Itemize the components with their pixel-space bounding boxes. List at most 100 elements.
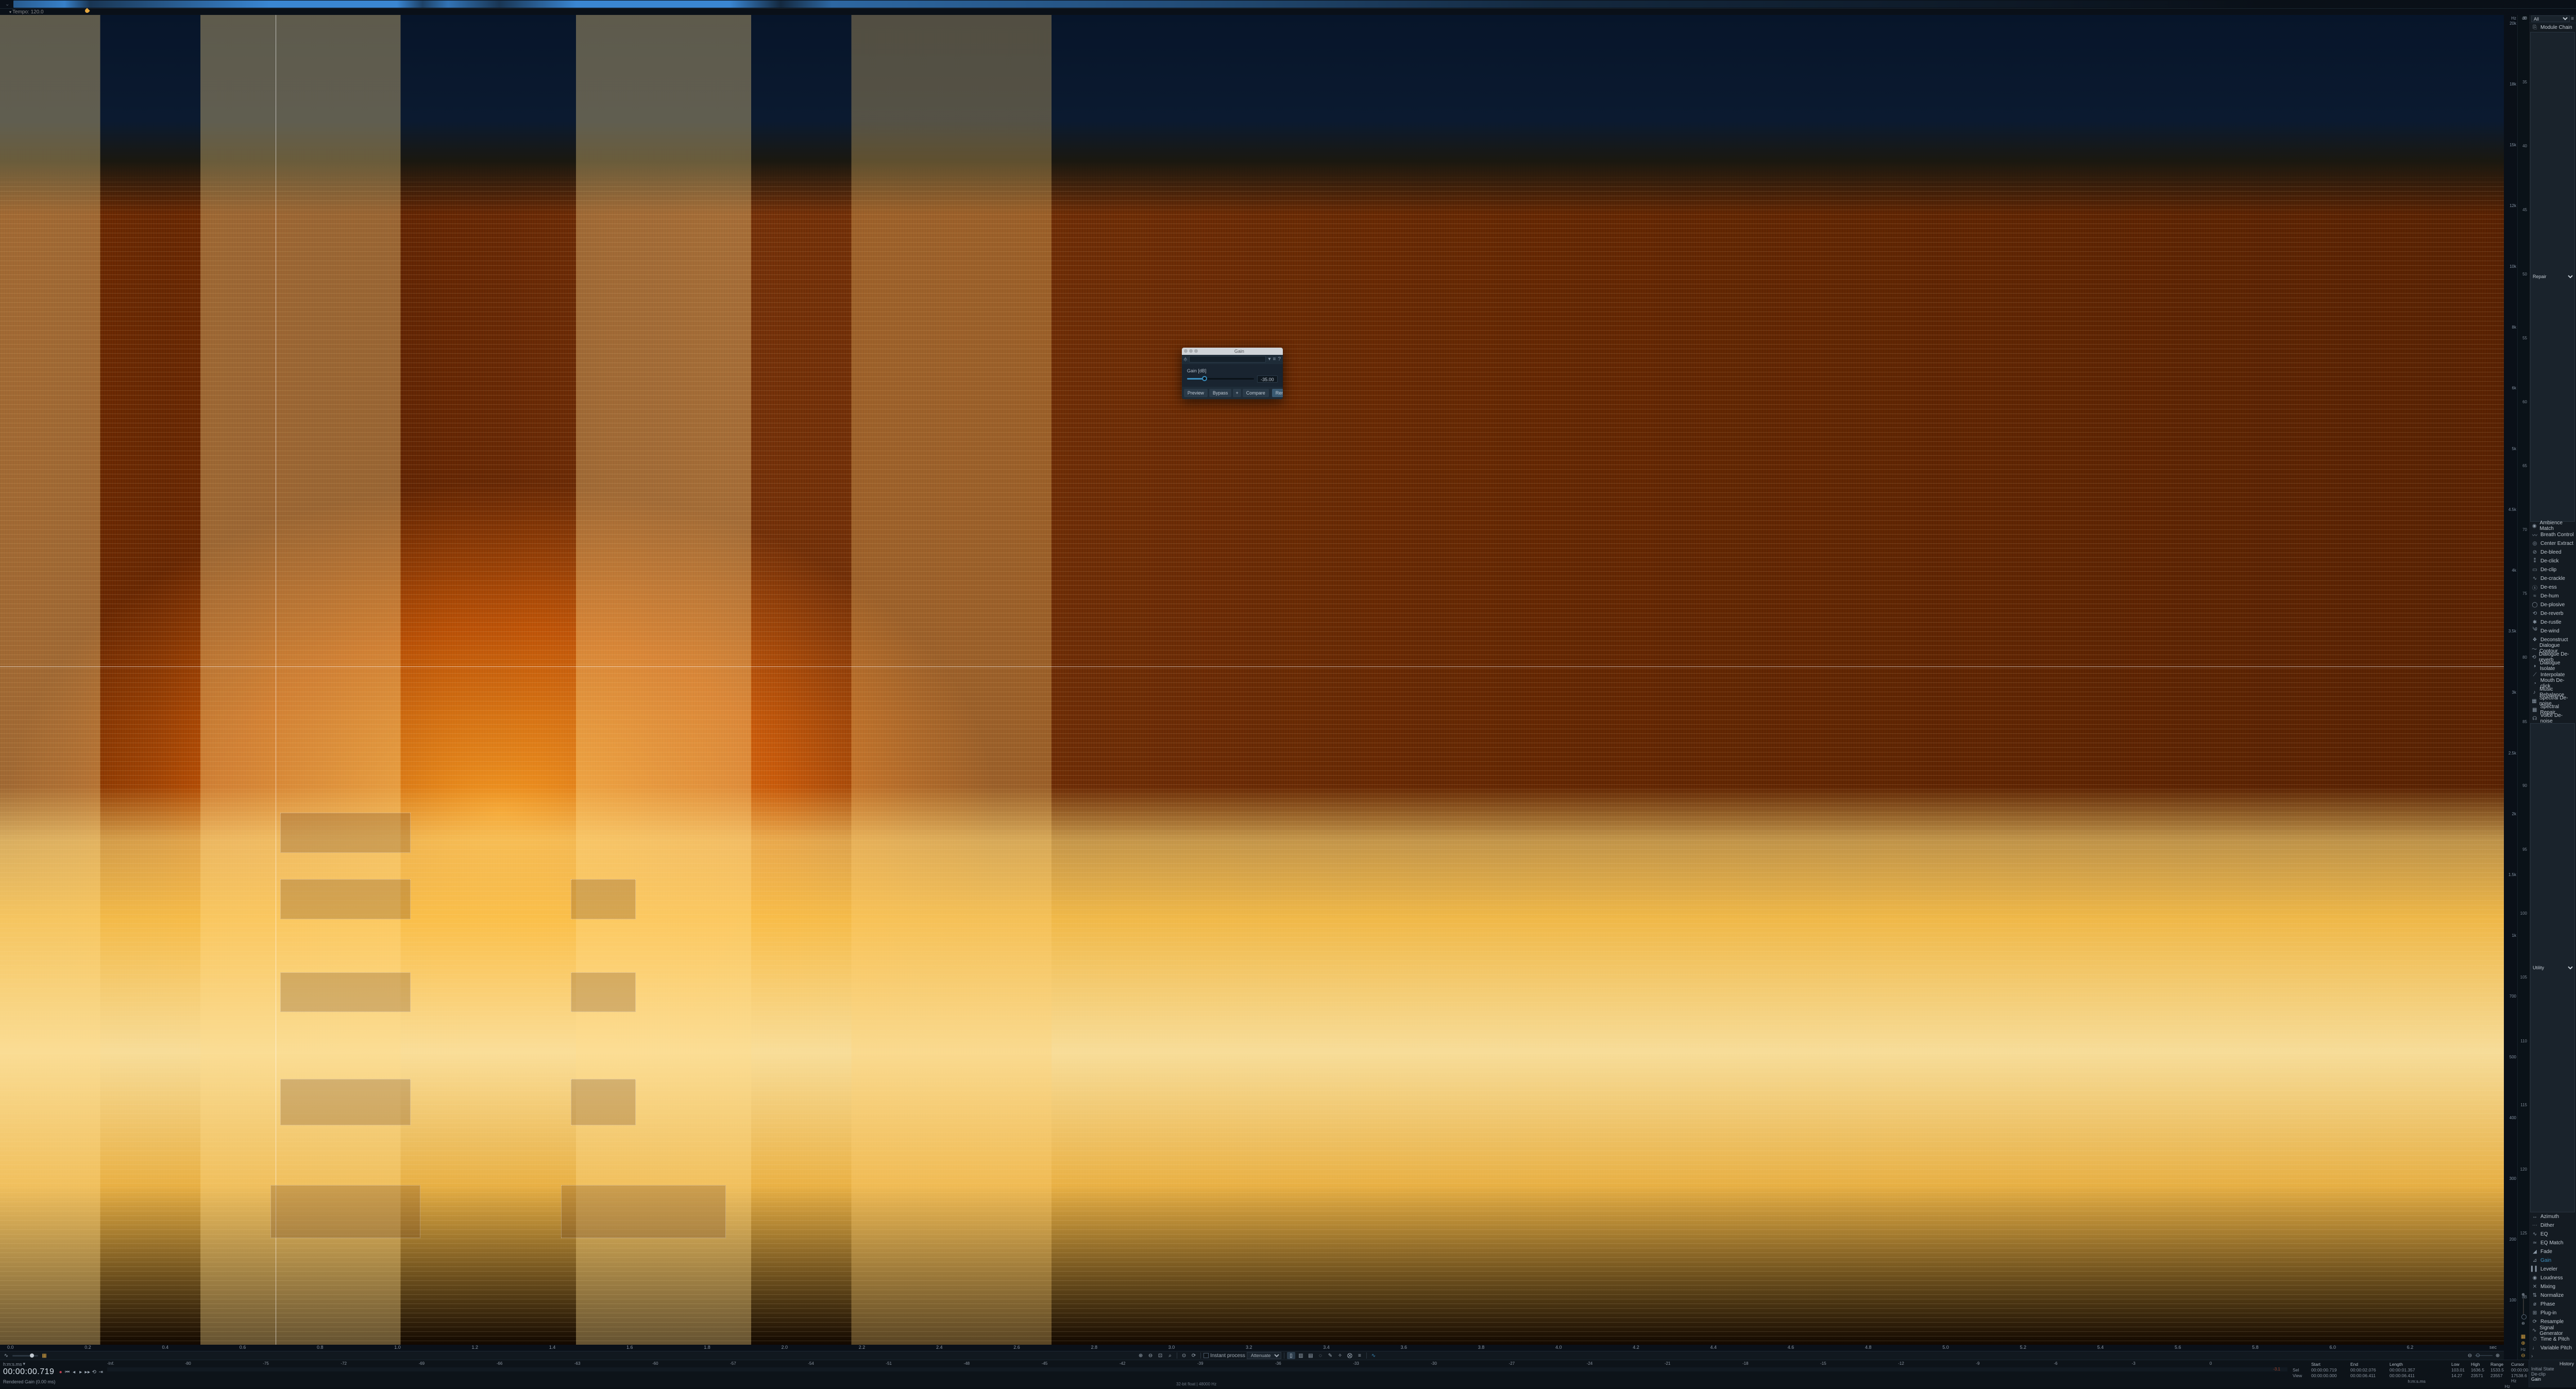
module-plug-in[interactable]: ⊞Plug-in xyxy=(2529,1309,2576,1317)
module-azimuth[interactable]: ↔Azimuth xyxy=(2529,1212,2576,1221)
history-item[interactable]: De-clip xyxy=(2531,1371,2574,1377)
module-de-bleed[interactable]: ⊘De-bleed xyxy=(2529,548,2576,557)
select-freq-tool-icon[interactable]: ▤ xyxy=(1307,1352,1315,1359)
db-zoom-slider[interactable] xyxy=(2523,1299,2524,1318)
zoom-icon[interactable] xyxy=(1194,349,1198,353)
instant-process-checkbox[interactable] xyxy=(1204,1353,1209,1358)
minimize-icon[interactable] xyxy=(1189,349,1193,353)
zoom-out-v-icon[interactable]: ⊖ xyxy=(2519,1319,2528,1327)
module-normalize[interactable]: ⇅Normalize xyxy=(2529,1291,2576,1300)
brush-tool-icon[interactable]: ✎ xyxy=(1326,1352,1334,1359)
module-center-extract[interactable]: ◎Center Extract xyxy=(2529,539,2576,548)
view-blend-slider[interactable] xyxy=(12,1355,38,1357)
module-loudness[interactable]: ◉Loudness xyxy=(2529,1274,2576,1282)
chevron-down-icon[interactable]: ⌄ xyxy=(5,2,11,7)
curve-tool-icon[interactable]: ∿ xyxy=(1369,1352,1378,1359)
eraser-tool-icon[interactable]: ⨂ xyxy=(1346,1352,1354,1359)
render-button[interactable]: Render xyxy=(1272,389,1283,397)
dialog-titlebar[interactable]: Gain xyxy=(1182,348,1283,355)
loop-icon[interactable]: ⟲ xyxy=(91,1369,97,1376)
chevron-down-icon[interactable]: ▾ xyxy=(23,1361,26,1367)
settings-icon[interactable]: ⫛ xyxy=(1184,356,1187,362)
zoom-in-h-icon[interactable]: ⊕ xyxy=(2494,1352,2502,1359)
bypass-plus-button[interactable]: + xyxy=(1233,389,1241,397)
module-variable-pitch[interactable]: ♩Variable Pitch xyxy=(2529,1344,2576,1352)
module-de-wind[interactable]: ༄De-wind xyxy=(2529,627,2576,636)
scale-settings-icon[interactable]: ▦ xyxy=(2521,1334,2526,1340)
overview-waveform[interactable] xyxy=(13,1,2571,8)
module-time-pitch[interactable]: ⏱Time & Pitch xyxy=(2529,1335,2576,1344)
help-icon[interactable]: ? xyxy=(1278,356,1281,362)
module-de-crackle[interactable]: ∿De-crackle xyxy=(2529,574,2576,583)
utility-section-dropdown[interactable]: Utility xyxy=(2530,723,2575,1213)
chevron-down-icon[interactable]: ▾ xyxy=(1268,356,1270,362)
zoom-sel-icon[interactable]: ⌕ xyxy=(1166,1352,1174,1359)
preview-button[interactable]: Preview xyxy=(1184,389,1208,397)
module-eq[interactable]: ∿EQ xyxy=(2529,1230,2576,1239)
module-mixing[interactable]: ✕Mixing xyxy=(2529,1282,2576,1291)
zoom-fit-icon[interactable]: ⊡ xyxy=(1156,1352,1164,1359)
spectrogram-view[interactable]: Gain ⫛ ▾ ≡ ? Gain [dB] xyxy=(0,15,2504,1345)
repair-section-dropdown[interactable]: Repair xyxy=(2530,32,2575,522)
close-icon[interactable] xyxy=(1184,349,1188,353)
selection-region[interactable] xyxy=(561,1185,726,1238)
zoom-out-icon[interactable]: ⊖ xyxy=(1146,1352,1155,1359)
gain-slider[interactable] xyxy=(1187,378,1254,380)
gain-value-field[interactable]: -35.00 xyxy=(1257,375,1278,383)
expand-sidebar-icon[interactable]: › xyxy=(2529,1352,2576,1360)
zoom-in-icon[interactable]: ⊕ xyxy=(1137,1352,1145,1359)
module-de-ess[interactable]: ⓢDe-ess xyxy=(2529,583,2576,592)
history-item[interactable]: Gain xyxy=(2531,1377,2574,1382)
zoom-in-v2-icon[interactable]: ⊕ xyxy=(2521,1341,2525,1346)
module-voice-de-noise[interactable]: ☊Voice De-noise xyxy=(2529,714,2576,723)
selection-region[interactable] xyxy=(571,1079,636,1125)
select-timefreq-tool-icon[interactable]: ▥ xyxy=(1297,1352,1305,1359)
module-ambience-match[interactable]: ◉Ambience Match xyxy=(2529,522,2576,530)
tempo-marker-icon[interactable] xyxy=(84,8,90,13)
list-icon[interactable]: ≡ xyxy=(1273,356,1276,362)
zoom-in-v-icon[interactable]: ⊕ xyxy=(2519,1291,2528,1298)
selection-region[interactable] xyxy=(270,1185,421,1238)
filter-dropdown[interactable]: All xyxy=(2531,15,2570,22)
selection-region[interactable] xyxy=(280,972,411,1012)
skip-fwd-icon[interactable]: ▸▸ xyxy=(84,1369,91,1376)
module-dither[interactable]: ⋯Dither xyxy=(2529,1221,2576,1230)
module-chain-button[interactable]: ⎘ Module Chain xyxy=(2529,23,2576,32)
selection-region[interactable] xyxy=(571,879,636,919)
preset-dropdown[interactable] xyxy=(1189,356,1266,363)
module-dialogue-isolate[interactable]: ◑Dialogue Isolate xyxy=(2529,662,2576,671)
module-de-clip[interactable]: ▭De-clip xyxy=(2529,565,2576,574)
wand-tool-icon[interactable]: ✧ xyxy=(1336,1352,1344,1359)
module-phase[interactable]: øPhase xyxy=(2529,1300,2576,1309)
zoom-out-h-icon[interactable]: ⊖ xyxy=(2466,1352,2474,1359)
list-view-icon[interactable]: ≡ xyxy=(2571,16,2574,22)
chevron-down-icon[interactable]: ▾ xyxy=(9,10,11,14)
time-ruler[interactable]: 0.00.20.40.60.81.01.21.41.61.82.02.22.42… xyxy=(0,1345,2504,1351)
selection-region[interactable] xyxy=(280,813,411,852)
module-de-hum[interactable]: ≈De-hum xyxy=(2529,592,2576,601)
refresh-icon[interactable]: ⟳ xyxy=(1190,1352,1198,1359)
module-fade[interactable]: ◢Fade xyxy=(2529,1247,2576,1256)
module-leveler[interactable]: ▍▍Leveler xyxy=(2529,1265,2576,1274)
module-breath-control[interactable]: 〰Breath Control xyxy=(2529,530,2576,539)
attenuate-dropdown[interactable]: Attenuate xyxy=(1247,1352,1281,1359)
module-signal-generator[interactable]: ∿Signal Generator xyxy=(2529,1326,2576,1335)
record-icon[interactable]: ● xyxy=(57,1369,64,1376)
bypass-button[interactable]: Bypass xyxy=(1209,389,1232,397)
spectrogram-view-icon[interactable]: ▦ xyxy=(40,1352,48,1359)
waveform-view-icon[interactable]: ∿ xyxy=(2,1352,10,1359)
module-de-plosive[interactable]: ◯De-plosive xyxy=(2529,601,2576,609)
waveform-overview[interactable]: ⌄ xyxy=(0,0,2576,9)
zoom-reset-icon[interactable]: ⊙ xyxy=(1180,1352,1188,1359)
selection-region[interactable] xyxy=(280,879,411,919)
history-item[interactable]: Initial State xyxy=(2531,1366,2574,1371)
meter-bar[interactable]: -3.1 xyxy=(107,1367,2287,1371)
selection-region[interactable] xyxy=(280,1079,411,1125)
module-gain[interactable]: ⊿Gain xyxy=(2529,1256,2576,1265)
play-icon[interactable]: ▸ xyxy=(77,1369,84,1376)
zoom-out-v2-icon[interactable]: ⊖ xyxy=(2521,1353,2525,1359)
compare-button[interactable]: Compare xyxy=(1243,389,1269,397)
rewind-icon[interactable]: ⏮ xyxy=(64,1369,71,1376)
module-de-click[interactable]: ⁑De-click xyxy=(2529,557,2576,565)
lasso-tool-icon[interactable]: ◌ xyxy=(1316,1352,1325,1359)
